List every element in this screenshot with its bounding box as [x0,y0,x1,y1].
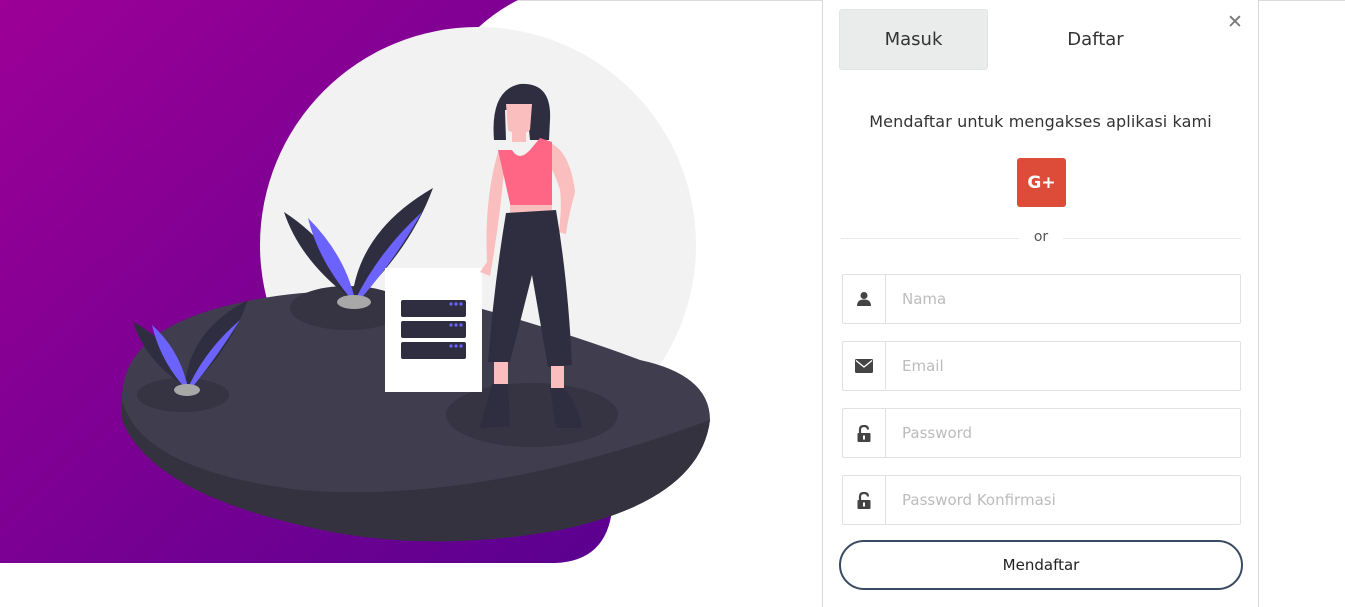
server-card [385,268,482,392]
envelope-icon [843,342,886,390]
unlock-icon [843,409,886,457]
google-plus-icon: G+ [1027,172,1056,193]
google-plus-button[interactable]: G+ [1017,158,1066,207]
hero-svg [0,0,710,563]
tab-login-label: Masuk [884,29,943,50]
register-submit-label: Mendaftar [1002,556,1080,574]
email-field [842,341,1241,391]
close-button[interactable]: ✕ [1225,11,1245,33]
password-confirm-field [842,475,1241,525]
hero-illustration [0,0,822,607]
close-icon: ✕ [1227,11,1243,33]
name-field [842,274,1241,324]
register-submit-button[interactable]: Mendaftar [839,540,1243,590]
divider-text: or [1019,229,1063,245]
tab-register-label: Daftar [1067,29,1124,50]
password-input[interactable] [886,409,1240,457]
unlock-icon [843,476,886,524]
tab-login[interactable]: Masuk [839,9,988,70]
password-confirm-input[interactable] [886,476,1240,524]
name-input[interactable] [886,275,1240,323]
user-icon [843,275,886,323]
island-spot [446,383,618,447]
email-input[interactable] [886,342,1240,390]
password-field [842,408,1241,458]
register-subtitle: Mendaftar untuk mengakses aplikasi kami [869,112,1212,131]
tab-register[interactable]: Daftar [1021,9,1170,70]
auth-panel: Masuk Daftar ✕ Mendaftar untuk mengakses… [822,0,1259,607]
